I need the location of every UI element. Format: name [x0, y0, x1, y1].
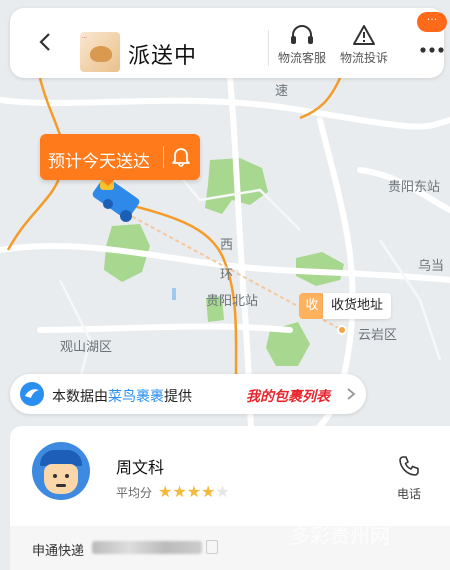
phone-label: 电话 [396, 487, 421, 501]
map-label: 贵阳北站 [206, 294, 259, 309]
tracking-number-redacted [92, 541, 202, 554]
logistics-service-button[interactable]: 物流客服 [272, 24, 332, 66]
water-area [172, 288, 176, 300]
eta-bubble[interactable]: 预计今天送达 [40, 134, 200, 186]
rating-label: 平均分 [116, 486, 153, 500]
star-filled-icon: ★ [186, 482, 202, 501]
star-filled-icon: ★ [201, 482, 216, 501]
bell-icon[interactable] [170, 145, 192, 167]
more-options-button[interactable] [420, 38, 444, 57]
phone-icon [399, 456, 419, 476]
star-filled-icon: ★ [158, 482, 173, 501]
notification-badge[interactable]: ··· [417, 12, 447, 32]
star-filled-icon: ★ [172, 482, 187, 501]
back-button[interactable] [38, 32, 54, 52]
avatar-face [44, 464, 78, 494]
warning-icon [353, 25, 375, 45]
data-source-suffix: 提供 [164, 389, 192, 405]
top-header-bar: ... 派送中 物流客服 物流投诉 [10, 8, 444, 78]
data-source-prefix: 本数据由 [52, 389, 108, 405]
map-label: 云岩区 [358, 328, 398, 343]
copy-icon[interactable] [206, 540, 218, 554]
courier-avatar[interactable] [32, 442, 90, 500]
my-package-list-link[interactable]: 我的包裹列表 [246, 386, 330, 406]
map-label: 乌当 [418, 259, 445, 274]
receive-address-dot [337, 325, 347, 335]
logistics-service-label: 物流客服 [277, 51, 326, 65]
thumbnail-caption: ... [82, 34, 87, 40]
star-empty-icon: ★ [215, 482, 230, 501]
map-label: 环 [220, 268, 234, 283]
page-title: 派送中 [128, 44, 198, 69]
avatar-eye [65, 474, 69, 478]
product-thumbnail[interactable]: ... [80, 32, 120, 72]
logistics-complaint-label: 物流投诉 [339, 51, 388, 65]
avatar-mouth [56, 484, 66, 487]
chevron-right-icon [347, 388, 356, 400]
eta-bubble-tail [100, 178, 116, 186]
food-bowl-image [90, 46, 112, 62]
map-label: 速 [275, 84, 289, 99]
logistics-complaint-button[interactable]: 物流投诉 [334, 24, 394, 66]
courier-name: 周文科 [116, 458, 165, 477]
receive-address-label[interactable]: 收货地址 [323, 293, 392, 319]
more-dots-icon [420, 47, 444, 53]
data-source-text: 本数据由菜鸟裹裹提供 [52, 386, 192, 406]
data-source-provider: 菜鸟裹裹 [108, 389, 164, 405]
receive-address-icon[interactable]: 收 [299, 293, 325, 319]
eta-text: 预计今天送达 [48, 152, 150, 172]
call-courier-button[interactable]: 电话 [392, 454, 426, 502]
avatar-eye [53, 474, 57, 478]
data-source-banner[interactable]: 本数据由菜鸟裹裹提供 我的包裹列表 [10, 374, 366, 414]
header-divider [268, 30, 269, 66]
headset-icon [291, 25, 313, 44]
eta-divider [163, 146, 164, 168]
chevron-left-icon [39, 33, 50, 51]
cainiao-logo-icon [20, 382, 44, 406]
map-label: 观山湖区 [60, 340, 113, 355]
watermark: 多彩贵州网 [290, 524, 390, 548]
rating-stars: ★★★★★ [158, 482, 230, 501]
courier-company: 申通快递 [32, 544, 85, 559]
map-label: 贵阳东站 [388, 180, 441, 195]
map-label: 西 [220, 238, 234, 253]
